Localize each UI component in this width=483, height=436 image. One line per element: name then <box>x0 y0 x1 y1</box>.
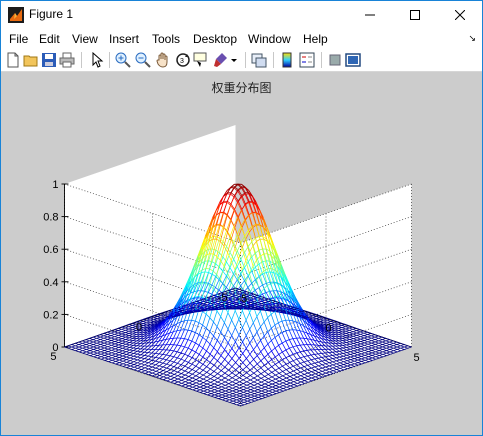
menu-file[interactable]: File <box>7 31 30 47</box>
mesh-line <box>303 337 308 340</box>
x-tick-label: 5 <box>414 352 420 364</box>
mesh-line <box>137 350 141 353</box>
mesh-line <box>147 328 151 330</box>
mesh-line <box>248 214 254 228</box>
print-icon[interactable] <box>59 52 75 68</box>
title-bar: Figure 1 <box>1 1 482 29</box>
mesh-line <box>150 320 154 322</box>
close-button[interactable] <box>437 1 482 29</box>
mesh-line <box>143 323 147 325</box>
menu-insert[interactable]: Insert <box>107 31 141 47</box>
surface-plot[interactable]: 00.20.40.60.81-50550-5 <box>1 72 482 435</box>
z-tick-label: 0.2 <box>43 309 58 321</box>
z-tick-label: 1 <box>52 179 58 191</box>
mesh-line <box>255 224 260 237</box>
colorbar-icon[interactable] <box>279 52 295 68</box>
rotate-3d-icon[interactable]: 3 <box>175 52 191 68</box>
mesh-line <box>237 217 242 227</box>
minimize-icon <box>364 14 375 16</box>
minimize-button[interactable] <box>347 1 392 29</box>
menu-view[interactable]: View <box>70 31 100 47</box>
matlab-app-icon <box>8 7 24 23</box>
menu-desktop[interactable]: Desktop <box>191 31 239 47</box>
mesh-line <box>240 226 246 237</box>
mesh-line <box>280 311 284 313</box>
figure-window: Figure 1 File Edit View Insert Tools Des… <box>0 0 483 436</box>
y-tick-label: 5 <box>50 351 56 363</box>
window-title: Figure 1 <box>29 7 74 21</box>
zoom-out-icon[interactable] <box>135 52 151 68</box>
z-tick-label: 0.8 <box>43 212 58 224</box>
mesh-line <box>241 209 246 221</box>
new-file-icon[interactable] <box>5 52 21 68</box>
legend-icon[interactable] <box>299 52 315 68</box>
show-plot-tools-icon[interactable] <box>345 52 361 68</box>
y-tick-label: 0 <box>136 322 142 334</box>
z-tick-label: 0.4 <box>43 277 58 289</box>
mesh-line <box>155 353 160 355</box>
save-icon[interactable] <box>41 52 57 68</box>
toolbar-separator <box>245 52 246 68</box>
menu-edit[interactable]: Edit <box>37 31 62 47</box>
mesh-line <box>292 337 297 339</box>
mesh-line <box>204 260 209 262</box>
maximize-icon <box>409 10 420 20</box>
mesh-line <box>339 347 344 349</box>
mesh-line <box>251 212 257 225</box>
mesh-line <box>314 353 319 355</box>
mesh-line <box>129 339 134 341</box>
x-tick-label: 0 <box>326 323 332 335</box>
mesh-line <box>258 309 262 311</box>
mesh-line <box>244 214 249 220</box>
mesh-line <box>180 337 185 339</box>
mesh-line <box>266 260 271 262</box>
mesh-line <box>159 353 163 355</box>
mesh-line <box>252 212 257 226</box>
brush-dropdown-icon[interactable] <box>229 52 239 68</box>
mesh-line <box>318 353 322 355</box>
svg-text:3: 3 <box>180 58 184 65</box>
x-tick-label: -5 <box>238 293 248 305</box>
mesh-line <box>129 344 134 346</box>
mesh-line <box>237 210 242 218</box>
mesh-line <box>245 203 250 215</box>
mesh-line <box>265 310 270 312</box>
mesh-line <box>236 307 241 309</box>
pointer-icon[interactable] <box>89 52 105 68</box>
toolbar-separator <box>81 52 82 68</box>
menu-bar: File Edit View Insert Tools Desktop Wind… <box>1 29 482 49</box>
brush-icon[interactable] <box>213 52 229 68</box>
mesh-line <box>164 315 169 317</box>
close-icon <box>454 10 465 20</box>
data-cursor-icon[interactable] <box>193 52 209 68</box>
menu-tools[interactable]: Tools <box>150 31 182 47</box>
toolbar-separator <box>321 52 322 68</box>
mesh-line <box>237 195 243 202</box>
toolbar-separator <box>109 52 110 68</box>
maximize-button[interactable] <box>392 1 437 29</box>
open-folder-icon[interactable] <box>23 52 39 68</box>
mesh-line <box>160 316 165 319</box>
pan-hand-icon[interactable] <box>155 52 171 68</box>
mesh-line <box>143 331 148 333</box>
y-tick-label: -5 <box>218 292 228 304</box>
mesh-line <box>241 203 246 210</box>
mesh-line <box>244 219 249 231</box>
mesh-line <box>237 226 242 235</box>
menu-window[interactable]: Window <box>246 31 293 47</box>
toolbar-separator <box>273 52 274 68</box>
figure-canvas[interactable]: 权重分布图 0 0.2 0.4 0.6 0.8 1 -5 0 5 5 0 -5 <box>1 72 482 435</box>
mesh-line <box>248 215 253 227</box>
dock-arrow-icon[interactable]: ↘ <box>468 33 476 44</box>
mesh-line <box>276 311 281 313</box>
zoom-in-icon[interactable] <box>115 52 131 68</box>
z-tick-label: 0.6 <box>43 244 58 256</box>
menu-help[interactable]: Help <box>301 31 330 47</box>
figure-toolbar: 3 <box>1 49 482 72</box>
hide-plot-tools-icon[interactable] <box>327 52 343 68</box>
mesh-line <box>157 318 162 320</box>
link-plot-icon[interactable] <box>251 52 267 68</box>
